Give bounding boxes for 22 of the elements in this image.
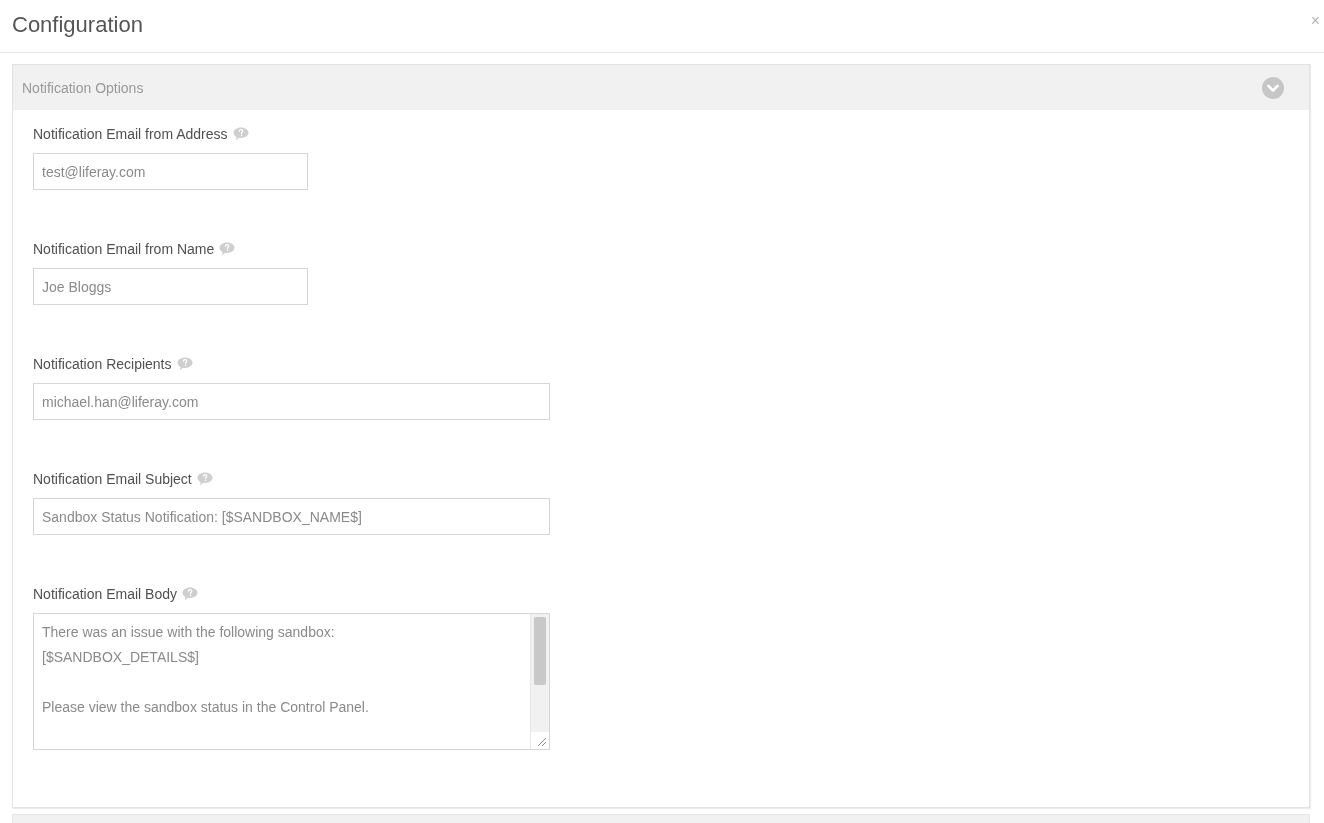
text-field[interactable]: Sandbox Status Notification: [$SANDBOX_NAME$] <box>33 498 550 535</box>
chevron-down-circle-icon[interactable] <box>1262 76 1284 99</box>
textarea-field[interactable]: There was an issue with the following sandbox: [$SANDBOX_DETAILS$] Please view the sandbox status in the Control Panel. <box>33 613 550 750</box>
text-field[interactable]: Joe Bloggs <box>33 268 308 305</box>
field-label: Notification Email Subject <box>33 470 192 489</box>
textarea-text: There was an issue with the following sandbox: [$SANDBOX_DETAILS$] Please view the sandbox status in the Control Panel. <box>41 623 370 717</box>
panel-title: Notification Options <box>22 79 144 96</box>
help-bubble-icon[interactable] <box>219 242 236 256</box>
scrollbar[interactable] <box>531 614 549 732</box>
field-label: Notification Email from Name <box>33 240 215 259</box>
field-label: Notification Recipients <box>33 355 172 374</box>
help-bubble-icon[interactable] <box>181 587 198 601</box>
help-bubble-icon[interactable] <box>232 127 249 141</box>
field-label: Notification Email from Address <box>33 125 228 144</box>
help-bubble-icon[interactable] <box>196 472 213 486</box>
help-bubble-icon[interactable] <box>176 357 193 371</box>
text-field[interactable]: michael.han@liferay.com <box>33 383 550 420</box>
panel-header[interactable]: Notification Options <box>13 65 1309 110</box>
field-label: Notification Email Body <box>33 585 177 604</box>
dialog-title: Configuration <box>12 10 143 39</box>
text-field[interactable]: test@liferay.com <box>33 153 308 190</box>
close-button[interactable]: × <box>1308 12 1322 30</box>
